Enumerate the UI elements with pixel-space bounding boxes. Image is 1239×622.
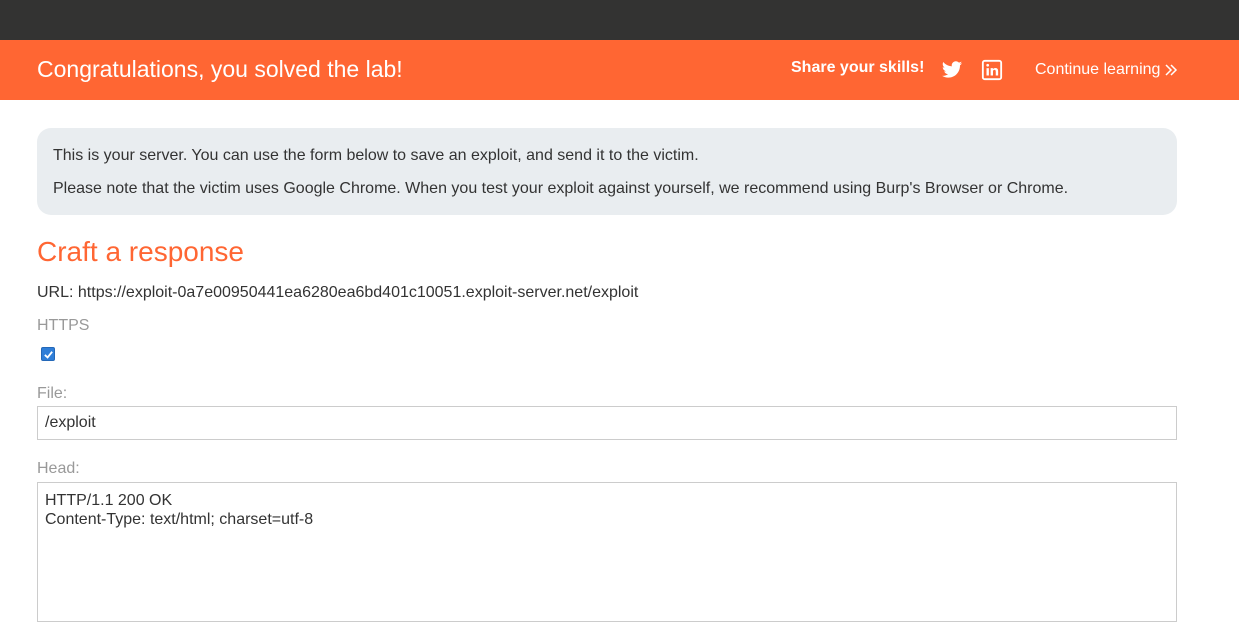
- continue-learning-link[interactable]: Continue learning: [1035, 61, 1178, 79]
- file-input[interactable]: [37, 406, 1177, 440]
- head-textarea[interactable]: HTTP/1.1 200 OK Content-Type: text/html;…: [37, 482, 1177, 622]
- https-label: HTTPS: [37, 317, 90, 334]
- notice-line-2: Please note that the victim uses Google …: [53, 180, 1069, 197]
- checkmark-icon: [43, 350, 53, 359]
- share-label: Share your skills!: [791, 59, 925, 76]
- banner-title: Congratulations, you solved the lab!: [37, 56, 403, 82]
- linkedin-icon[interactable]: [981, 59, 1003, 81]
- success-banner: Congratulations, you solved the lab! Sha…: [0, 40, 1239, 100]
- exploit-url: URL: https://exploit-0a7e00950441ea6280e…: [37, 284, 639, 301]
- file-label: File:: [37, 385, 68, 402]
- continue-learning-label: Continue learning: [1035, 61, 1161, 78]
- craft-response-heading: Craft a response: [37, 236, 244, 267]
- notice-line-1: This is your server. You can use the for…: [53, 147, 699, 164]
- twitter-icon[interactable]: [941, 59, 963, 81]
- top-bar: [0, 0, 1239, 40]
- head-label: Head:: [37, 460, 80, 477]
- double-chevron-right-icon: [1165, 64, 1178, 76]
- server-notice: This is your server. You can use the for…: [37, 128, 1177, 215]
- https-checkbox[interactable]: [41, 347, 55, 361]
